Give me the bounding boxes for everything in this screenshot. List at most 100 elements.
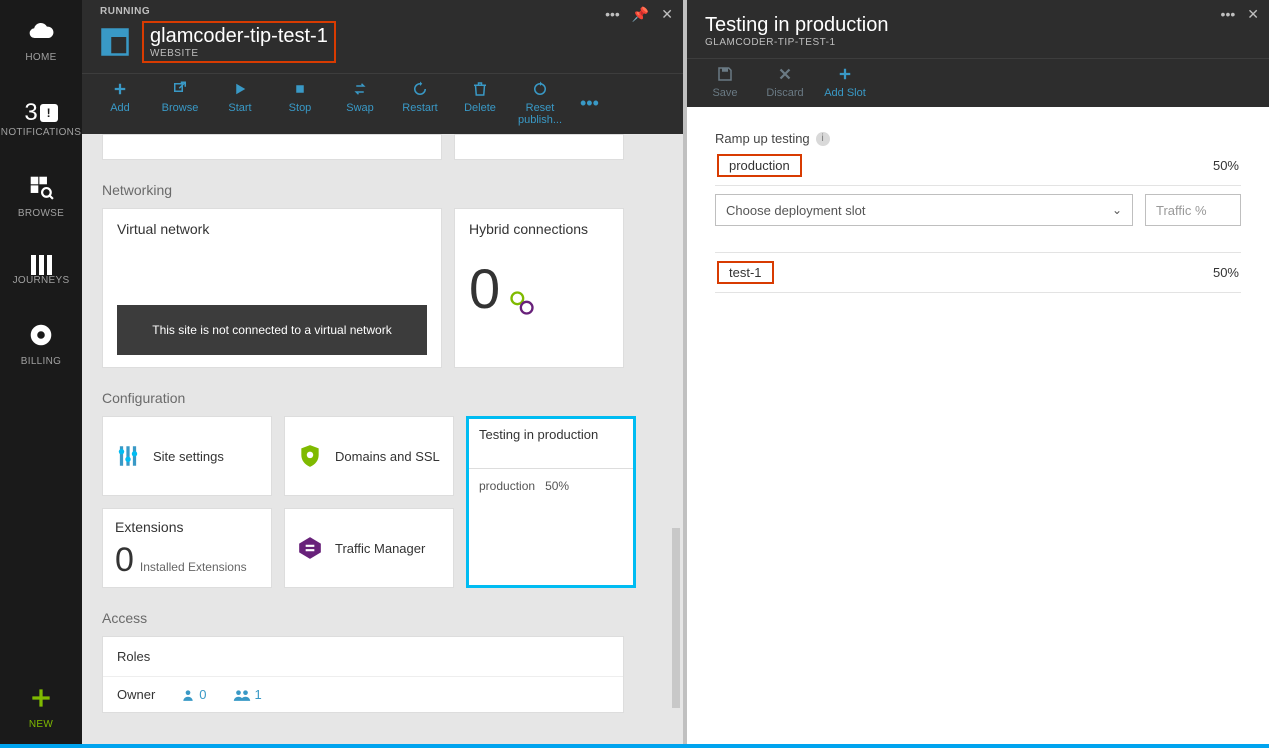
right-blade-subtitle: GLAMCODER-TIP-TEST-1 [705, 37, 888, 48]
stop-button[interactable]: Stop [270, 78, 330, 128]
slot-name-production: production [717, 154, 802, 177]
nav-billing-label: BILLING [21, 356, 61, 367]
add-slot-button[interactable]: Add Slot [815, 63, 875, 101]
browse-button[interactable]: Browse [150, 78, 210, 128]
trash-icon [471, 80, 489, 98]
blade-toolbar: Add Browse Start Stop Swap Restart Delet… [82, 73, 683, 134]
add-button[interactable]: Add [90, 78, 150, 128]
slot-name-test1: test-1 [717, 261, 774, 284]
nav-home-label: HOME [25, 52, 56, 63]
testing-in-production-card[interactable]: Testing in production production 50% [466, 416, 636, 588]
scrollbar[interactable] [672, 528, 680, 708]
traffic-manager-label: Traffic Manager [335, 541, 425, 556]
notification-badge: 3 [24, 99, 57, 127]
roles-card[interactable]: Roles Owner 0 1 [102, 636, 624, 713]
browse-icon [28, 174, 54, 200]
hybrid-connections-card[interactable]: Hybrid connections 0 [454, 208, 624, 368]
extensions-title: Extensions [115, 519, 259, 535]
cloud-icon [28, 18, 54, 44]
ramp-up-text: Ramp up testing [715, 131, 810, 146]
browse-label: Browse [162, 102, 199, 114]
delete-button[interactable]: Delete [450, 78, 510, 128]
play-icon [231, 80, 249, 98]
extensions-sub: Installed Extensions [140, 560, 247, 574]
nav-home[interactable]: HOME [0, 0, 82, 81]
website-blade: RUNNING ••• 📌 ✕ glamcoder-tip-test-1 WEB… [82, 0, 683, 748]
nav-journeys-label: JOURNEYS [13, 275, 70, 286]
shield-icon [297, 443, 323, 469]
blade-subtitle: WEBSITE [150, 48, 328, 59]
start-label: Start [228, 102, 251, 114]
vnet-message: This site is not connected to a virtual … [117, 305, 427, 355]
discard-button[interactable]: Discard [755, 63, 815, 101]
more-icon[interactable]: ••• [605, 6, 620, 23]
extensions-card[interactable]: Extensions 0 Installed Extensions [102, 508, 272, 588]
section-configuration: Configuration [102, 390, 649, 406]
reset-publish-button[interactable]: Reset publish... [510, 78, 570, 128]
swap-label: Swap [346, 102, 374, 114]
user-single-icon: 0 [181, 687, 206, 702]
slot-controls: Choose deployment slot ⌄ Traffic % [715, 194, 1241, 226]
slot-pct-production: 50% [1213, 158, 1239, 173]
info-icon[interactable]: i [816, 132, 830, 146]
website-tile-icon [100, 27, 130, 57]
slot-row-production: production 50% [715, 146, 1241, 186]
chevron-down-icon: ⌄ [1112, 203, 1122, 217]
nav-new[interactable]: NEW [0, 667, 82, 748]
nav-notifications[interactable]: 3 NOTIFICATIONS [0, 81, 82, 156]
left-nav: HOME 3 NOTIFICATIONS BROWSE JOURNEYS BIL… [0, 0, 82, 748]
status-label: RUNNING [100, 6, 671, 17]
close-icon[interactable]: ✕ [661, 6, 673, 23]
domains-ssl-card[interactable]: Domains and SSL [284, 416, 454, 496]
stop-label: Stop [289, 102, 312, 114]
notification-count: 3 [24, 99, 37, 127]
restart-label: Restart [402, 102, 437, 114]
add-slot-label: Add Slot [824, 87, 866, 99]
user-group-icon: 1 [233, 687, 262, 702]
user-single-count: 0 [199, 687, 206, 702]
toolbar-more-icon[interactable]: ••• [570, 93, 609, 114]
site-settings-card[interactable]: Site settings [102, 416, 272, 496]
swap-icon [351, 80, 369, 98]
start-button[interactable]: Start [210, 78, 270, 128]
deployment-slot-select[interactable]: Choose deployment slot ⌄ [715, 194, 1133, 226]
blade-title-highlight: glamcoder-tip-test-1 WEBSITE [142, 21, 336, 63]
close-icon[interactable]: ✕ [1247, 6, 1259, 23]
hybrid-title: Hybrid connections [469, 221, 609, 237]
select-placeholder: Choose deployment slot [726, 203, 865, 218]
ramp-up-label: Ramp up testing i [715, 131, 1241, 146]
roles-title: Roles [103, 637, 623, 677]
restart-button[interactable]: Restart [390, 78, 450, 128]
slot-pct-test1: 50% [1213, 265, 1239, 280]
pin-icon[interactable]: 📌 [632, 6, 649, 23]
nav-journeys[interactable]: JOURNEYS [0, 237, 82, 304]
tip-slot-pct: 50% [545, 479, 569, 493]
nav-new-label: NEW [29, 719, 53, 730]
traffic-manager-card[interactable]: Traffic Manager [284, 508, 454, 588]
restart-icon [411, 80, 429, 98]
virtual-network-card[interactable]: Virtual network This site is not connect… [102, 208, 442, 368]
blade-title: glamcoder-tip-test-1 [150, 25, 328, 48]
right-toolbar: Save Discard Add Slot [687, 58, 1269, 107]
add-label: Add [110, 102, 130, 114]
testing-in-production-blade: ••• ✕ Testing in production GLAMCODER-TI… [683, 0, 1269, 748]
hybrid-icon [508, 289, 536, 317]
more-icon[interactable]: ••• [1221, 6, 1236, 23]
reset-icon [531, 80, 549, 98]
save-button[interactable]: Save [695, 63, 755, 101]
delete-label: Delete [464, 102, 496, 114]
billing-icon [28, 322, 54, 348]
vnet-title: Virtual network [117, 221, 427, 237]
nav-billing[interactable]: BILLING [0, 304, 82, 385]
nav-browse[interactable]: BROWSE [0, 156, 82, 237]
external-icon [171, 80, 189, 98]
nav-browse-label: BROWSE [18, 208, 64, 219]
tip-card-title: Testing in production [479, 427, 623, 442]
nav-notifications-label: NOTIFICATIONS [1, 127, 81, 138]
traffic-percent-input[interactable]: Traffic % [1145, 194, 1241, 226]
swap-button[interactable]: Swap [330, 78, 390, 128]
window-controls: ••• 📌 ✕ [605, 6, 673, 23]
discard-icon [776, 65, 794, 83]
plus-icon [28, 685, 54, 711]
save-label: Save [712, 87, 737, 99]
